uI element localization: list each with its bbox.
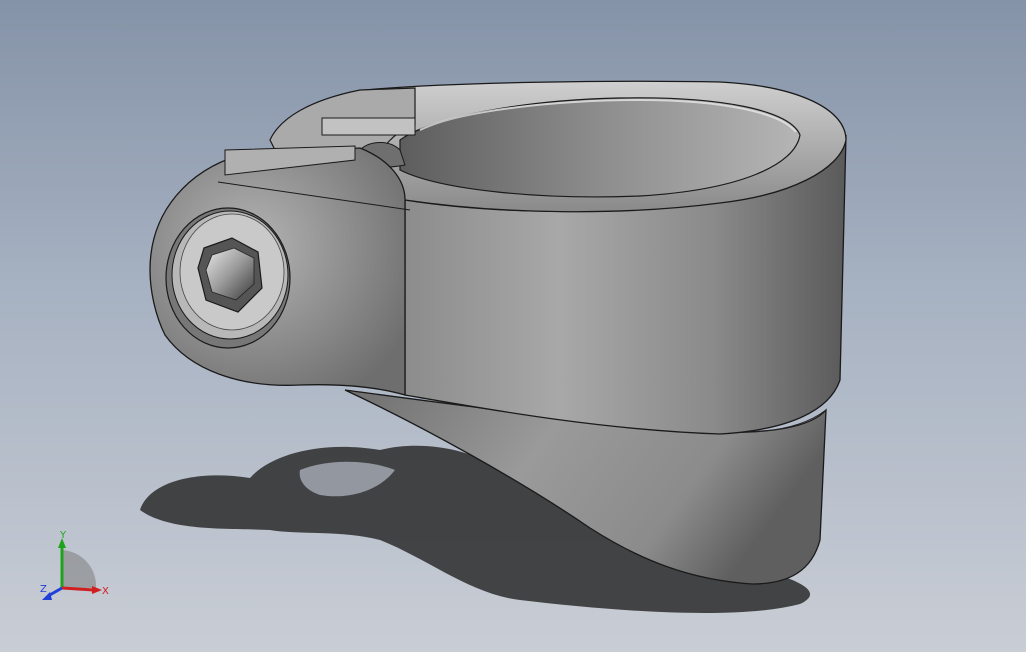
- y-axis-label: Y: [59, 530, 67, 541]
- x-axis-arrowhead: [92, 586, 102, 594]
- x-axis-label: X: [102, 586, 109, 597]
- x-axis-arrow: [61, 586, 95, 592]
- triad-plane: [62, 550, 97, 588]
- cad-model-scene[interactable]: [0, 0, 1026, 652]
- graphics-viewport[interactable]: Y X Z: [0, 0, 1026, 652]
- axis-triad[interactable]: Y X Z: [36, 530, 116, 610]
- hex-socket-bolt-icon[interactable]: [165, 207, 291, 349]
- z-axis-label: Z: [40, 584, 47, 595]
